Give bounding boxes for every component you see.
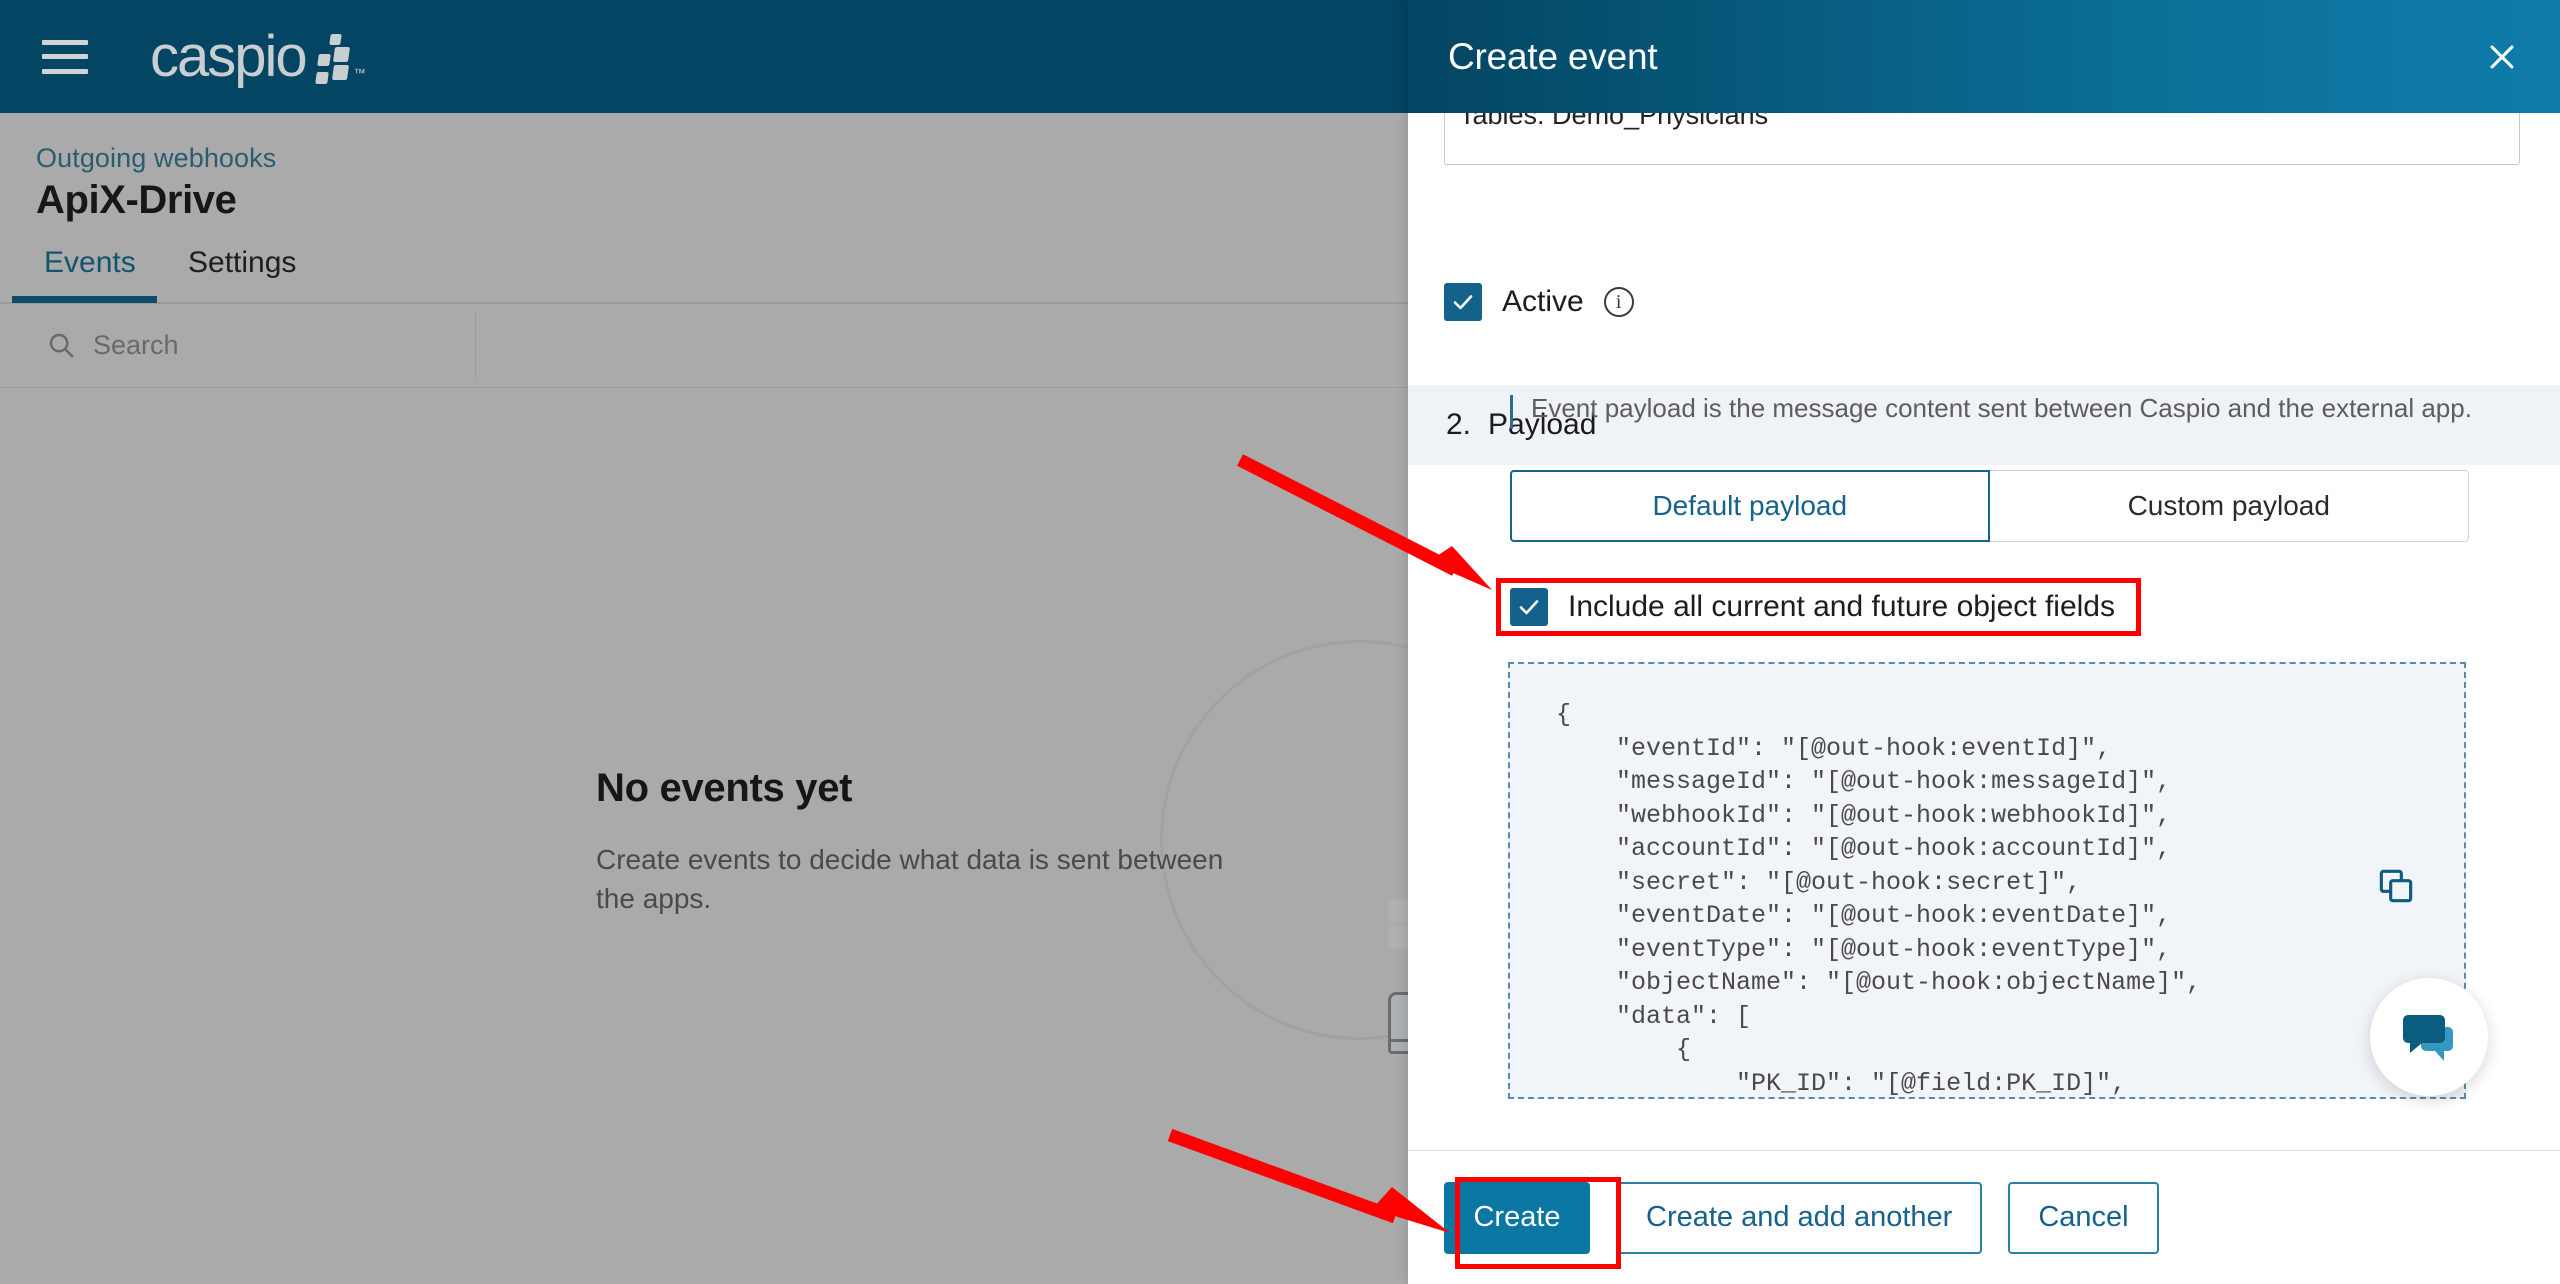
screen-root: caspio ™ Outgoing webhooks ApiX-Drive Ev… bbox=[0, 0, 2560, 1284]
active-label: Active bbox=[1502, 285, 1584, 318]
tab-custom-payload[interactable]: Custom payload bbox=[1989, 470, 2469, 542]
search-icon bbox=[46, 330, 76, 360]
close-icon[interactable] bbox=[2480, 35, 2524, 79]
info-icon[interactable]: i bbox=[1603, 287, 1634, 317]
create-and-add-another-button[interactable]: Create and add another bbox=[1616, 1181, 1983, 1254]
chat-widget-button[interactable] bbox=[2370, 978, 2488, 1096]
caspio-logo-text: caspio bbox=[150, 23, 308, 89]
trademark-mark: ™ bbox=[353, 65, 366, 80]
hamburger-icon[interactable] bbox=[42, 39, 88, 74]
empty-state-title: No events yet bbox=[596, 766, 853, 810]
active-tab-indicator bbox=[12, 296, 157, 303]
empty-state-subtitle: Create events to decide what data is sen… bbox=[596, 844, 1224, 914]
panel-title: Create event bbox=[1448, 35, 1658, 77]
tab-bar: Events Settings bbox=[0, 238, 1408, 304]
empty-state: No events yet Create events to decide wh… bbox=[596, 766, 1296, 918]
payload-type-tabs: Default payload Custom payload bbox=[1510, 470, 2469, 542]
include-all-highlight-box bbox=[1496, 578, 2141, 636]
tab-settings[interactable]: Settings bbox=[188, 246, 296, 280]
search-bar: Search bbox=[0, 304, 1408, 388]
active-checkbox[interactable] bbox=[1444, 283, 1482, 321]
tab-default-payload[interactable]: Default payload bbox=[1510, 470, 1990, 542]
payload-code-text: { "eventId": "[@out-hook:eventId]", "mes… bbox=[1556, 700, 2202, 1098]
search-divider bbox=[475, 312, 476, 382]
active-row: Active i bbox=[1444, 283, 1634, 321]
panel-footer: Create Create and add another Cancel bbox=[1408, 1151, 2560, 1284]
tab-events[interactable]: Events bbox=[44, 246, 136, 280]
copy-icon[interactable] bbox=[2376, 866, 2416, 911]
create-button[interactable]: Create bbox=[1444, 1181, 1590, 1254]
page-title: ApiX-Drive bbox=[36, 178, 237, 222]
caspio-logo-dots bbox=[312, 33, 352, 86]
object-field[interactable]: Tables: Demo_Physicians bbox=[1444, 113, 2520, 165]
payload-code-preview[interactable]: { "eventId": "[@out-hook:eventId]", "mes… bbox=[1508, 662, 2466, 1099]
caspio-logo: caspio ™ bbox=[150, 23, 366, 89]
app-topbar: caspio ™ bbox=[0, 0, 1408, 113]
cancel-button[interactable]: Cancel bbox=[2008, 1181, 2159, 1254]
breadcrumb[interactable]: Outgoing webhooks bbox=[36, 143, 276, 174]
section-number: 2. bbox=[1446, 408, 1472, 441]
search-input[interactable]: Search bbox=[93, 330, 179, 361]
hint-accent-bar bbox=[1510, 395, 1513, 429]
hint-text: Event payload is the message content sen… bbox=[1531, 393, 2472, 423]
chat-bubbles-icon bbox=[2403, 1015, 2453, 1061]
panel-header: Create event bbox=[1408, 0, 2560, 113]
